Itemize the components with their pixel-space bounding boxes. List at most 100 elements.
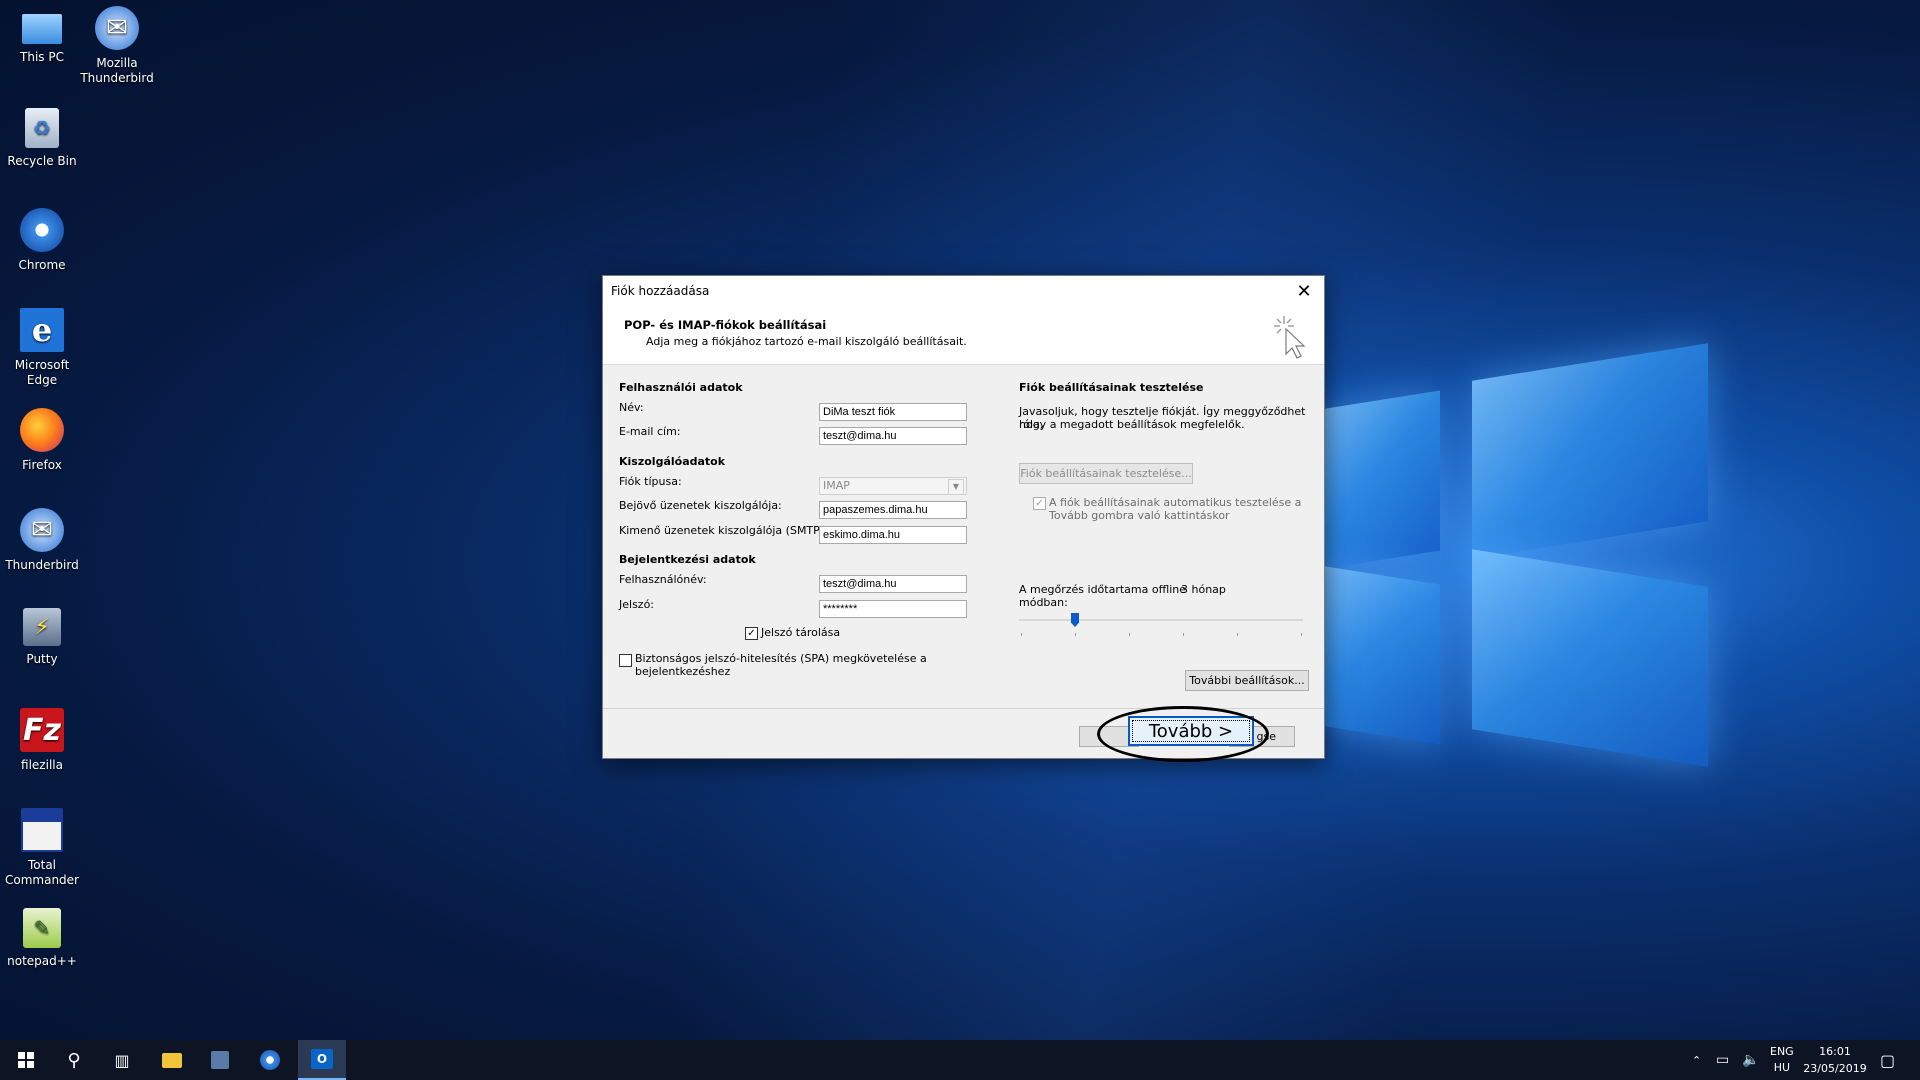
incoming-server-field[interactable]: [819, 501, 967, 519]
outgoing-server-field[interactable]: [819, 526, 967, 544]
network-icon[interactable]: ▭: [1716, 1040, 1729, 1080]
chevron-down-icon: ▼: [948, 479, 964, 495]
desktop-icon-mozilla-thunderbird[interactable]: ✉ Mozilla Thunderbird: [75, 6, 159, 86]
outlook-taskbar-icon[interactable]: O: [298, 1040, 346, 1080]
task-view-icon[interactable]: ▥: [98, 1040, 146, 1080]
offline-duration-slider-track[interactable]: [1019, 619, 1303, 621]
edge-icon: e: [20, 308, 64, 352]
clock[interactable]: 16:01 23/05/2019: [1800, 1043, 1870, 1077]
windows-wallpaper-logo: [1320, 340, 1720, 800]
offline-duration-slider-thumb[interactable]: [1071, 613, 1079, 627]
account-type-label: Fiók típusa:: [619, 475, 682, 488]
desktop-icon-label: Putty: [26, 652, 58, 666]
desktop-icon-label: filezilla: [21, 758, 63, 772]
desktop-icon-total-commander[interactable]: Total Commander: [0, 808, 84, 888]
slider-tick: [1301, 633, 1302, 636]
network-app-icon[interactable]: [196, 1040, 244, 1080]
name-label: Név:: [619, 401, 644, 414]
windows-start-icon: [18, 1052, 34, 1068]
action-center-icon[interactable]: ▢: [1880, 1040, 1895, 1080]
password-label: Jelszó:: [619, 598, 655, 611]
test-description-line2: hogy a megadott beállítások megfelelők.: [1019, 418, 1245, 431]
test-settings-section-title: Fiók beállításainak tesztelése: [1019, 381, 1204, 394]
chrome-taskbar-icon[interactable]: [246, 1040, 294, 1080]
desktop-icon-label: Firefox: [22, 458, 62, 472]
offline-duration-value: 3 hónap: [1181, 583, 1226, 596]
file-explorer-icon[interactable]: [148, 1040, 196, 1080]
dialog-header: POP- és IMAP-fiókok beállításai Adja meg…: [603, 306, 1324, 365]
desktop-icon-thunderbird[interactable]: ✉ Thunderbird: [0, 508, 84, 573]
email-field[interactable]: [819, 427, 967, 445]
slider-tick: [1129, 633, 1130, 636]
auto-test-checkbox[interactable]: ✓: [1033, 497, 1046, 510]
header-title: POP- és IMAP-fiókok beállításai: [624, 318, 827, 332]
putty-icon: ⚡: [23, 608, 61, 646]
header-subtitle: Adja meg a fiókjához tartozó e-mail kisz…: [646, 335, 967, 348]
name-field[interactable]: [819, 403, 967, 421]
language-indicator[interactable]: ENG HU: [1770, 1040, 1794, 1080]
desktop-icon-putty[interactable]: ⚡ Putty: [0, 608, 84, 667]
username-label: Felhasználónév:: [619, 573, 707, 586]
language-line2: HU: [1773, 1061, 1791, 1074]
email-label: E-mail cím:: [619, 425, 681, 438]
account-type-value: IMAP: [823, 479, 850, 492]
test-account-settings-button[interactable]: Fiók beállításainak tesztelése...: [1019, 463, 1193, 484]
more-settings-button[interactable]: További beállítások...: [1185, 670, 1309, 691]
desktop-icon-label: Thunderbird: [5, 558, 79, 572]
account-type-select[interactable]: IMAP ▼: [819, 477, 967, 495]
username-field[interactable]: [819, 575, 967, 593]
desktop-icon-label: notepad++: [7, 954, 77, 968]
desktop-icon-filezilla[interactable]: Fz filezilla: [0, 708, 84, 773]
search-icon[interactable]: ⚲: [50, 1040, 98, 1080]
desktop-icon-label: This PC: [20, 50, 64, 64]
desktop-icon-chrome[interactable]: Chrome: [0, 208, 84, 273]
desktop-icon-recycle-bin[interactable]: ♻ Recycle Bin: [0, 108, 84, 169]
computer-icon: [22, 14, 62, 44]
offline-duration-label-line2: módban:: [1019, 596, 1068, 609]
close-icon[interactable]: ✕: [1284, 276, 1324, 306]
desktop-icon-microsoft-edge[interactable]: e Microsoft Edge: [0, 308, 84, 388]
logo-pane-tl: [1320, 390, 1440, 570]
desktop-icon-this-pc[interactable]: This PC: [0, 8, 84, 65]
show-hidden-icons[interactable]: ⌃: [1692, 1040, 1701, 1080]
dialog-titlebar[interactable]: Fiók hozzáadása ✕: [603, 276, 1324, 306]
password-field[interactable]: [819, 600, 967, 618]
dialog-title: Fiók hozzáadása: [611, 284, 710, 298]
language-line1: ENG: [1770, 1045, 1794, 1058]
start-button[interactable]: [2, 1040, 50, 1080]
clock-date: 23/05/2019: [1803, 1062, 1867, 1075]
slider-tick: [1075, 633, 1076, 636]
auto-test-label-line2: Tovább gombra való kattintáskor: [1049, 509, 1230, 522]
spa-label-line1: Biztonságos jelszó-hitelesítés (SPA) meg…: [635, 652, 927, 665]
desktop-icon-label: Mozilla Thunderbird: [80, 56, 154, 85]
desktop-icon-label: Microsoft Edge: [14, 358, 70, 387]
logo-pane-br: [1472, 549, 1708, 767]
desktop-icon-firefox[interactable]: Firefox: [0, 408, 84, 473]
logo-pane-tr: [1472, 343, 1708, 559]
wizard-cursor-icon: [1274, 316, 1306, 359]
chrome-icon: [20, 208, 64, 252]
firefox-icon: [20, 408, 64, 452]
slider-tick: [1021, 633, 1022, 636]
spa-label-line2: bejelentkezéshez: [635, 665, 731, 678]
filezilla-icon: Fz: [20, 708, 64, 752]
user-info-section-title: Felhasználói adatok: [619, 381, 743, 394]
recycle-bin-icon: ♻: [25, 108, 59, 148]
slider-tick: [1183, 633, 1184, 636]
desktop-icon-label: Chrome: [18, 258, 66, 272]
server-info-section-title: Kiszolgálóadatok: [619, 455, 726, 468]
taskbar: ⚲ ▥ O ⌃ ▭ 🔈 ENG HU 16:01 23/05/2019 ▢: [0, 1040, 1920, 1080]
outgoing-server-label: Kimenő üzenetek kiszolgálója (SMTP):: [619, 524, 828, 537]
volume-icon[interactable]: 🔈: [1742, 1040, 1759, 1080]
slider-tick: [1237, 633, 1238, 636]
logo-pane-bl: [1320, 565, 1440, 745]
desktop-icon-label: Recycle Bin: [7, 154, 77, 168]
remember-password-checkbox[interactable]: ✓: [745, 627, 758, 640]
remember-password-label: Jelszó tárolása: [761, 626, 841, 639]
highlight-ellipse-annotation: [1097, 706, 1269, 762]
spa-checkbox[interactable]: [619, 654, 632, 667]
thunderbird-icon: ✉: [20, 508, 64, 552]
desktop-icon-notepad-plus-plus[interactable]: ✎ notepad++: [0, 908, 84, 969]
auto-test-label-line1: A fiók beállításainak automatikus teszte…: [1049, 496, 1302, 509]
thunderbird-icon: ✉: [95, 6, 139, 50]
